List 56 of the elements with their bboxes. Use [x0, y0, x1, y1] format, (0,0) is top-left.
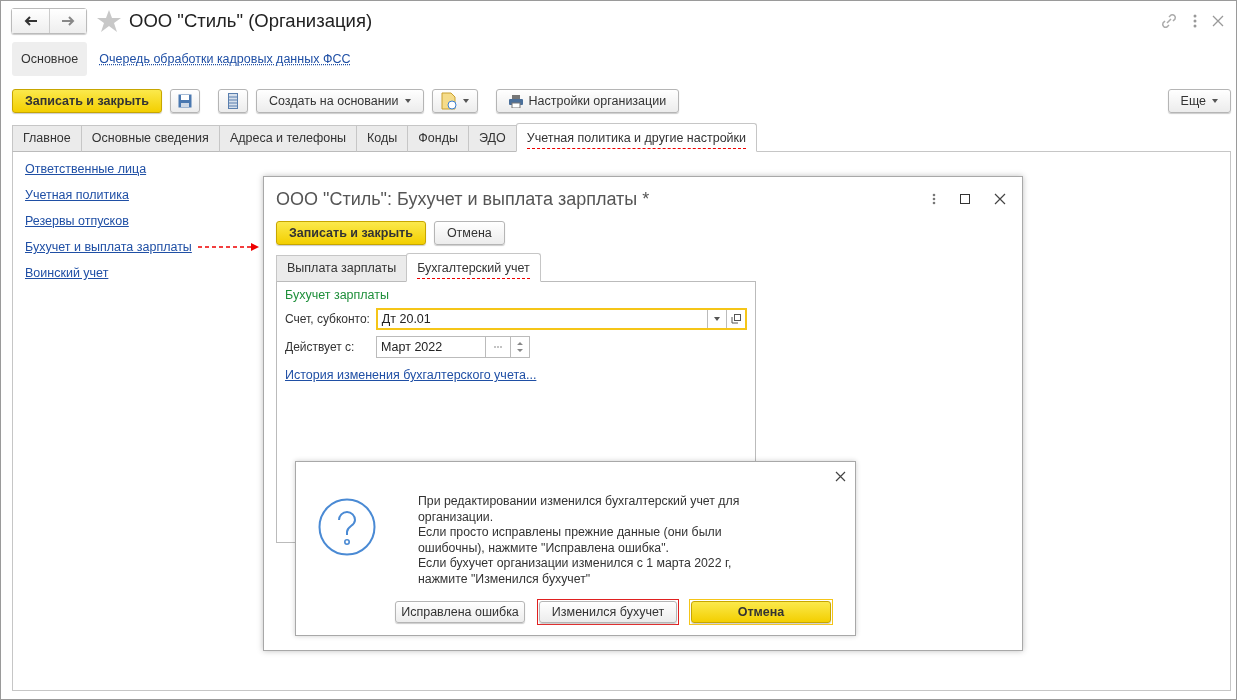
message-text: При редактировании изменился бухгалтерский учет для организации. — [418, 494, 741, 525]
create-based-button[interactable]: Создать на основании — [255, 89, 424, 113]
section-link[interactable]: Очередь обработки кадровых данных ФСС — [99, 52, 351, 66]
forward-arrow-icon — [61, 16, 75, 26]
question-icon — [318, 498, 376, 556]
tab[interactable]: Выплата зарплаты — [276, 255, 407, 282]
group-title: Бухучет зарплаты — [285, 288, 390, 302]
cancel-button[interactable]: Отмена — [433, 221, 505, 245]
cancel-button[interactable]: Отмена — [691, 601, 831, 623]
spinner-icon[interactable] — [517, 340, 523, 354]
star-icon[interactable] — [97, 10, 121, 32]
back-arrow-icon — [23, 16, 38, 26]
back-button[interactable] — [12, 9, 49, 33]
tab[interactable]: Фонды — [407, 125, 468, 152]
save-close-button[interactable]: Записать и закрыть — [276, 221, 426, 245]
message-button[interactable]: Исправлена ошибка — [395, 601, 525, 623]
list-button[interactable] — [217, 89, 248, 113]
message-text: Если просто исправлены прежние данные (они были ошибочны), нажмите "Исправлена ошибка". — [418, 525, 723, 556]
more-button[interactable]: Еще — [1167, 89, 1231, 113]
message-button[interactable]: Изменился бухучет — [539, 601, 677, 623]
account-field[interactable]: Дт 20.01 — [375, 308, 747, 330]
close-icon[interactable] — [835, 471, 846, 482]
tab[interactable]: Основные сведения — [80, 125, 219, 152]
period-field[interactable]: Март 2022 — [376, 336, 530, 358]
maximize-icon[interactable] — [960, 194, 970, 204]
more-icon[interactable] — [1192, 13, 1198, 29]
field-label: Действует с: — [285, 340, 356, 354]
link-icon[interactable] — [1160, 12, 1178, 30]
history-link[interactable]: История изменения бухгалтерского учета... — [285, 368, 537, 382]
report-button[interactable] — [431, 89, 478, 113]
dialog-title: ООО "Стиль": Бухучет и выплата зарплаты * — [276, 188, 650, 210]
close-icon[interactable] — [994, 193, 1006, 205]
settings-link[interactable]: Воинский учет — [25, 266, 109, 280]
annotation-arrow — [197, 242, 260, 252]
org-settings-button[interactable]: Настройки организации — [495, 89, 680, 113]
tab[interactable]: Адреса и телефоны — [218, 125, 357, 152]
tab[interactable]: Коды — [356, 125, 408, 152]
list-icon — [227, 93, 238, 109]
document-icon — [440, 92, 457, 110]
field-label: Счет, субконто: — [285, 312, 371, 326]
tab[interactable]: Учетная политика и другие настройки — [515, 123, 758, 152]
save-button[interactable] — [169, 89, 200, 113]
printer-icon — [508, 94, 523, 108]
more-icon[interactable] — [932, 193, 936, 205]
settings-link[interactable]: Резервы отпусков — [25, 214, 129, 228]
save-close-button[interactable]: Записать и закрыть — [12, 89, 162, 113]
section-tab[interactable]: Основное — [12, 42, 88, 76]
window-title: ООО "Стиль" (Организация) — [129, 10, 373, 32]
settings-link[interactable]: Учетная политика — [25, 188, 129, 202]
message-text: Если бухучет организации изменился с 1 марта 2022 г, нажмите "Изменился бухучет" — [418, 556, 733, 587]
tab[interactable]: Бухгалтерский учет — [406, 253, 541, 282]
settings-link[interactable]: Ответственные лица — [25, 162, 147, 176]
open-window-icon[interactable] — [731, 314, 741, 324]
settings-link[interactable]: Бухучет и выплата зарплаты — [25, 240, 192, 254]
tab[interactable]: ЭДО — [467, 125, 516, 152]
tab[interactable]: Главное — [12, 125, 81, 152]
